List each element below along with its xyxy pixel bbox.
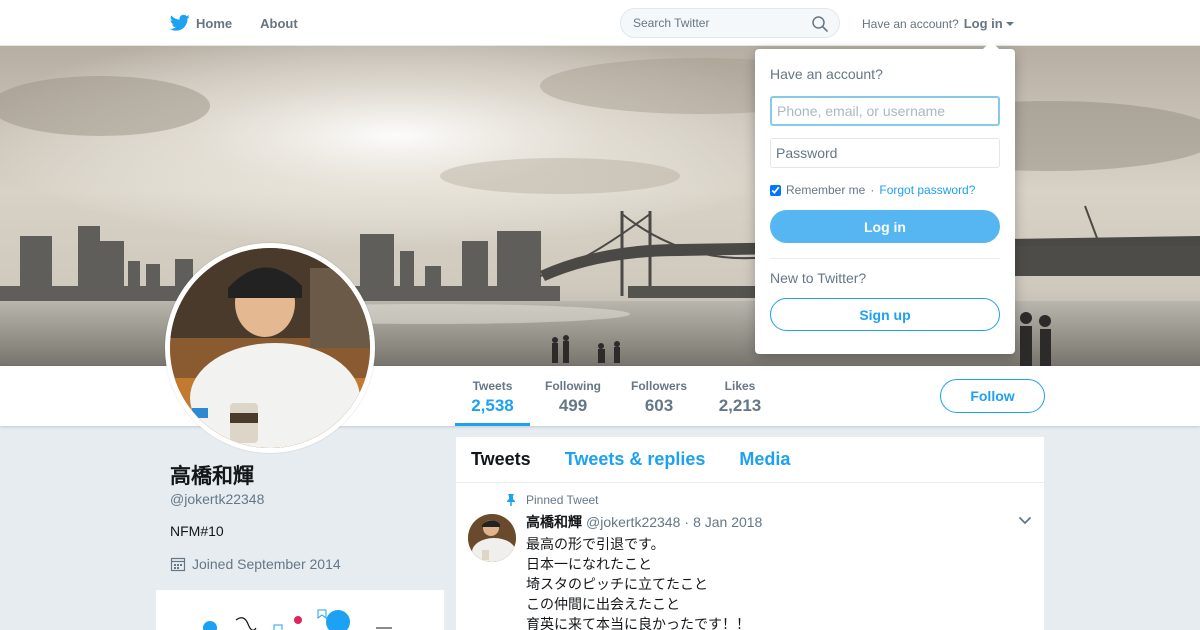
follow-button[interactable]: Follow [940,379,1045,413]
stat-tweets-value: 2,538 [471,396,514,415]
profile-bio: NFM#10 [170,523,224,539]
twitter-bird-icon [170,14,190,31]
remember-separator: · [870,183,875,197]
media-preview-graphic [203,609,392,630]
dropdown-title: Have an account? [770,66,883,82]
stat-likes-label: Likes [724,379,756,393]
remember-me-label: Remember me [786,183,866,197]
tweet-line: 埼スタのピッチに立てたこと [526,576,708,592]
stat-tweets[interactable]: Tweets 2,538 [455,366,530,426]
login-dropdown-toggle[interactable]: Log in [964,16,1014,31]
tweet-text: 最高の形で引退です。 日本一になれたこと 埼スタのピッチに立てたこと この仲間に… [526,534,1029,630]
login-link-label: Log in [963,16,1003,31]
forgot-password-link[interactable]: Forgot password? [879,183,975,197]
nav-home-label: Home [196,15,233,31]
tweet-separator: · [684,514,690,530]
signup-button[interactable]: Sign up [770,298,1000,331]
chevron-down-icon[interactable] [1018,513,1032,527]
dropdown-divider [770,258,1000,259]
media-preview-card [156,590,444,630]
pinned-label-text: Pinned Tweet [526,493,599,507]
tweet-line: この仲間に出会えたこと [526,596,680,612]
search-input[interactable] [633,16,803,30]
stat-following[interactable]: Following 499 [540,366,606,426]
timeline-tabs: Tweets Tweets & replies Media [456,437,1044,483]
profile-name: 高橋和輝 [170,465,254,488]
pin-icon [507,494,515,506]
remember-me-checkbox[interactable] [770,184,781,196]
pinned-label: Pinned Tweet [504,493,1029,507]
tweet-date[interactable]: 8 Jan 2018 [693,514,762,530]
profile-avatar[interactable] [165,243,375,453]
nav-home[interactable]: Home [170,14,232,32]
calendar-icon [170,557,186,572]
new-to-twitter-text: New to Twitter? [770,270,867,286]
account-area: Have an account? Log in [862,16,1014,31]
stat-tweets-label: Tweets [472,379,513,393]
tweet-author-handle[interactable]: @jokertk22348 [586,514,680,530]
timeline: Tweets Tweets & replies Media Pinned Twe… [456,437,1044,630]
tweet-author-name[interactable]: 高橋和輝 [526,512,582,532]
caret-down-icon [1005,21,1014,26]
stat-followers-label: Followers [630,379,687,393]
nav-about-label: About [260,15,298,31]
tab-tweets[interactable]: Tweets [471,449,531,470]
top-nav: Home About Have an account? Log in [0,0,1200,46]
avatar-image [170,248,370,448]
profile-handle[interactable]: @jokertk22348 [170,491,264,507]
search-box [620,8,840,38]
tweet-line: 日本一になれたこと [526,556,652,572]
tweet-line: 最高の形で引退です。 [526,536,665,552]
have-account-text: Have an account? [862,16,959,31]
remember-row: Remember me · Forgot password? [770,183,1000,197]
tweet-header: 高橋和輝 @jokertk22348 · 8 Jan 2018 [526,512,1029,532]
tab-tweets-replies[interactable]: Tweets & replies [565,449,706,470]
password-field[interactable] [770,138,1000,168]
login-button[interactable]: Log in [770,210,1000,243]
login-dropdown: Have an account? Remember me · Forgot pa… [755,41,1015,354]
tab-media[interactable]: Media [739,449,790,470]
stat-likes[interactable]: Likes 2,213 [710,366,770,426]
pinned-tweet[interactable]: Pinned Tweet 高橋和輝 @jokertk22348 · 8 Jan … [456,483,1044,630]
dropdown-arrow [983,41,999,49]
profile-joined: Joined September 2014 [170,556,341,572]
tweet-avatar-image [468,514,516,562]
stat-followers[interactable]: Followers 603 [626,366,692,426]
nav-about[interactable]: About [260,16,298,31]
nav-left: Home About [170,0,298,46]
tweet-line: 育英に来て本当に良かったです！！ [526,616,750,630]
tweet-avatar[interactable] [468,514,516,562]
stat-following-label: Following [545,379,601,393]
profile-joined-text: Joined September 2014 [192,556,341,572]
search-icon[interactable] [811,15,829,33]
stat-followers-value: 603 [644,396,674,415]
stat-following-value: 499 [558,396,588,415]
username-field[interactable] [770,96,1000,126]
stat-likes-value: 2,213 [718,396,762,415]
